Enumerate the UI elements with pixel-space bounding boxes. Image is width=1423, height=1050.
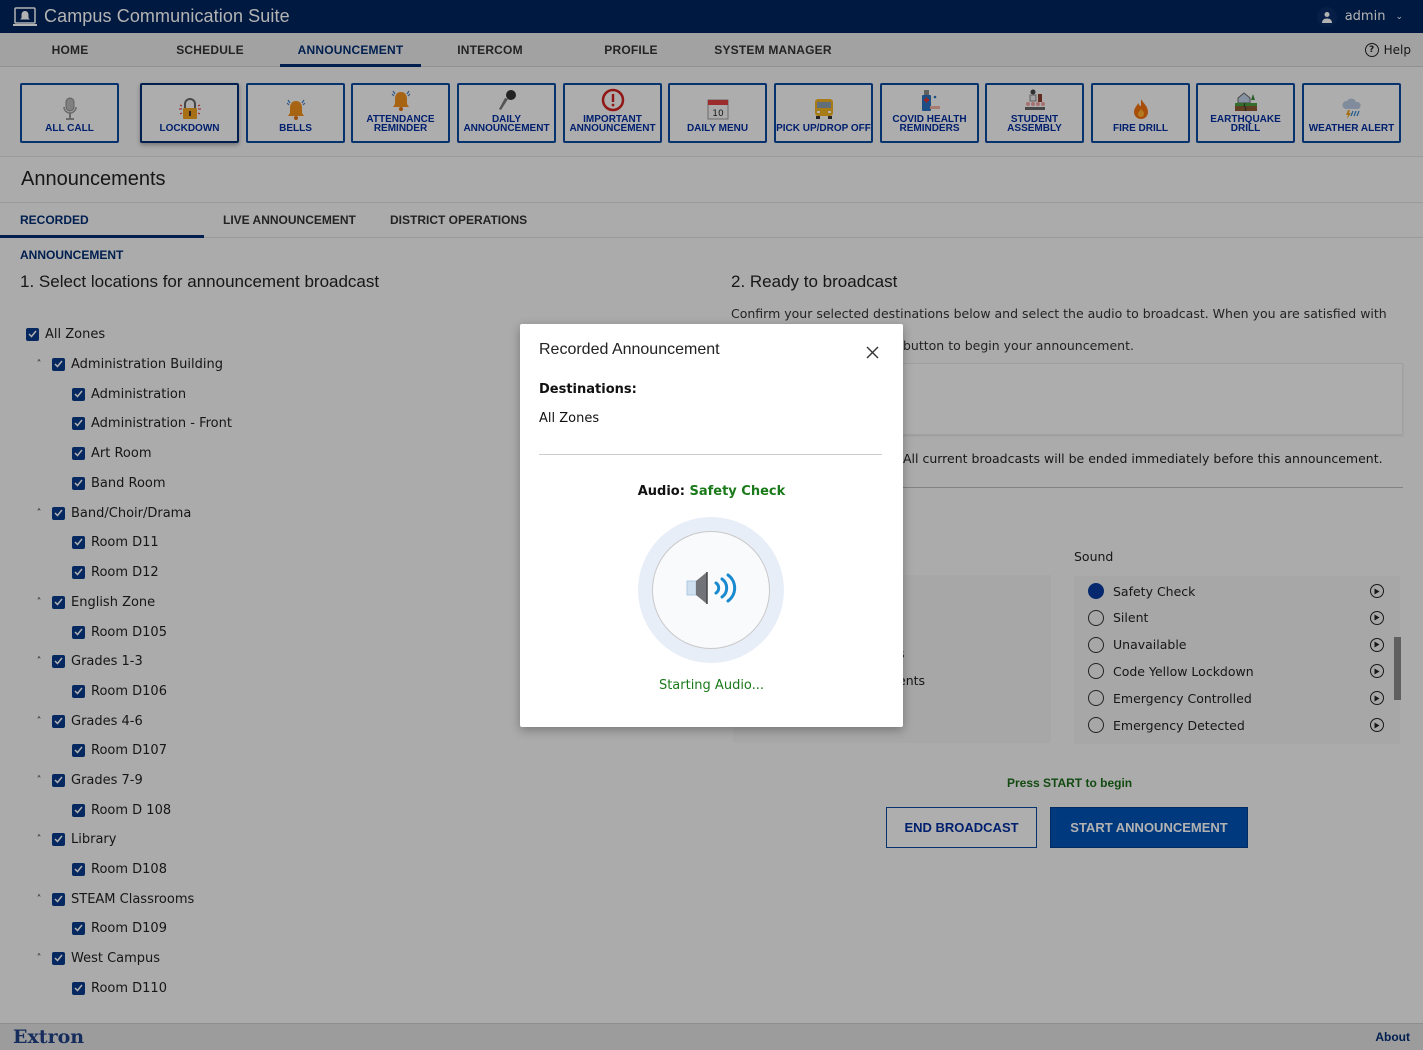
audio-name: Safety Check (689, 484, 786, 499)
audio-line: Audio: Safety Check (520, 484, 903, 499)
speaker-icon (683, 568, 739, 612)
audio-status: Starting Audio... (658, 678, 765, 693)
destinations-label: Destinations: (539, 382, 637, 397)
recorded-announcement-modal: Recorded Announcement Destinations: All … (520, 324, 903, 727)
audio-indicator (638, 517, 784, 663)
close-icon[interactable] (864, 344, 880, 360)
destinations-value: All Zones (539, 411, 600, 426)
modal-title: Recorded Announcement (539, 341, 720, 358)
modal-divider (539, 454, 882, 455)
audio-label: Audio: (637, 484, 685, 499)
